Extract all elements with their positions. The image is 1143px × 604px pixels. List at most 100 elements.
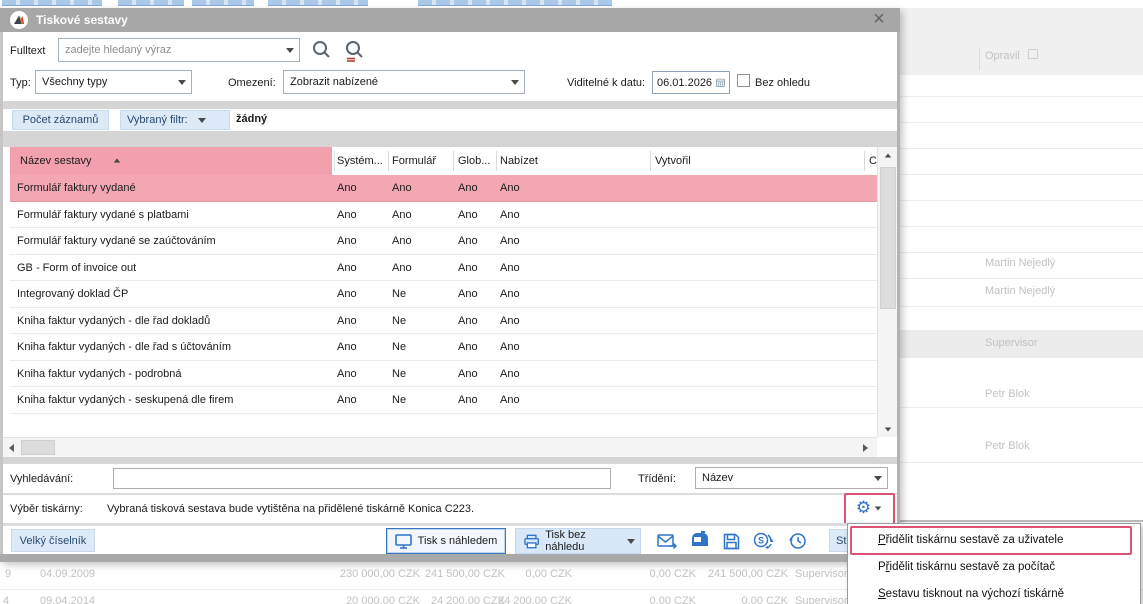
bez-ohledu-checkbox[interactable]: [737, 74, 750, 87]
chevron-down-icon[interactable]: [286, 48, 294, 53]
chevron-down-icon[interactable]: [627, 539, 635, 544]
column-header-formular[interactable]: Formulář: [392, 155, 436, 167]
date-value: 06.01.2026: [657, 77, 712, 89]
background-row-separator: [900, 174, 1143, 175]
fulltext-combobox[interactable]: zadejte hledaný výraz: [58, 38, 300, 62]
cell-system: Ano: [337, 182, 357, 194]
menu-item-assign-printer-user[interactable]: Přidělit tiskárnu sestavě za uživatele: [848, 526, 1140, 553]
column-header-partial[interactable]: C: [869, 155, 877, 167]
cell-glob: Ano: [458, 262, 478, 274]
application-window: Opravil Martin Nejedlý Martin Nejedlý Su…: [0, 0, 1143, 604]
cell-nabizet: Ano: [500, 209, 520, 221]
sort-select[interactable]: Název: [695, 467, 888, 489]
background-row-separator: [900, 96, 1143, 97]
top-link-fragment[interactable]: [118, 0, 184, 6]
column-header-label: Název sestavy: [20, 155, 92, 167]
header-separator: [650, 151, 651, 171]
svg-text:S: S: [758, 535, 764, 545]
send-email-button[interactable]: [655, 529, 679, 553]
scroll-down-button[interactable]: [878, 421, 898, 437]
big-list-label: Velký číselník: [20, 535, 87, 547]
cell-system: Ano: [337, 209, 357, 221]
cell-system: Ano: [337, 394, 357, 406]
history-button[interactable]: [785, 529, 809, 553]
selected-filter-dropdown[interactable]: Vybraný filtr:: [120, 110, 230, 130]
chevron-down-icon[interactable]: [178, 80, 186, 85]
table-row[interactable]: Formulář faktury vydané Ano Ano Ano Ano: [10, 175, 877, 202]
save-button[interactable]: [719, 529, 743, 553]
table-row[interactable]: Formulář faktury vydané se zaúčtováním A…: [10, 228, 877, 255]
cell-glob: Ano: [458, 341, 478, 353]
report-name: Kniha faktur vydaných - dle řad s účtová…: [17, 341, 231, 353]
arrow-left-icon: [9, 444, 14, 452]
cell-glob: Ano: [458, 394, 478, 406]
export-button[interactable]: S: [751, 528, 775, 552]
records-bar: Počet záznamů Vybraný filtr: žádný: [3, 109, 897, 131]
print-reports-dialog: Tiskové sestavy × Fulltext zadejte hleda…: [0, 8, 900, 562]
fulltext-search-icon[interactable]: [343, 39, 367, 63]
background-column-header: Opravil: [985, 49, 1038, 62]
top-link-fragment[interactable]: [418, 0, 612, 6]
table-row[interactable]: Kniha faktur vydaných - dle řad dokladů …: [10, 308, 877, 335]
background-row-separator: [900, 462, 1143, 463]
dialog-title: Tiskové sestavy: [36, 13, 128, 27]
dialog-border-bottom[interactable]: [0, 554, 900, 562]
table-row[interactable]: Formulář faktury vydané s platbami Ano A…: [10, 202, 877, 229]
printer-icon: [524, 534, 539, 549]
scrollbar-thumb[interactable]: [880, 167, 896, 309]
table-row[interactable]: Integrovaný doklad ČP Ano Ne Ano Ano: [10, 281, 877, 308]
cell-system: Ano: [337, 262, 357, 274]
column-header-glob[interactable]: Glob...: [458, 155, 490, 167]
filter-panel: Fulltext zadejte hledaný výraz Typ: Všec…: [3, 32, 897, 101]
column-header-nazev[interactable]: Název sestavy: [10, 147, 332, 175]
search-icon[interactable]: [311, 39, 333, 61]
scrollbar-thumb[interactable]: [21, 440, 55, 455]
menu-item-print-default-printer[interactable]: Sestavu tisknout na výchozí tiskárně: [848, 580, 1140, 604]
top-link-fragment[interactable]: [2, 0, 102, 6]
cell-glob: Ano: [458, 288, 478, 300]
fulltext-placeholder: zadejte hledaný výraz: [65, 44, 171, 56]
top-link-fragment[interactable]: [268, 0, 368, 6]
chevron-down-icon[interactable]: [511, 80, 519, 85]
print-no-preview-button[interactable]: Tisk bez náhledu: [515, 528, 641, 554]
cell-system: Ano: [337, 368, 357, 380]
cell-glob: Ano: [458, 315, 478, 327]
header-separator: [453, 151, 454, 171]
typ-select[interactable]: Všechny typy: [35, 70, 192, 94]
column-header-system[interactable]: Systém...: [337, 155, 383, 167]
search-input[interactable]: [113, 468, 611, 489]
scroll-up-button[interactable]: [878, 147, 898, 163]
close-button[interactable]: ×: [864, 8, 894, 32]
background-row-separator: [900, 200, 1143, 201]
vertical-scrollbar[interactable]: [877, 147, 898, 437]
table-row[interactable]: Kniha faktur vydaných - dle řad s účtová…: [10, 334, 877, 361]
date-field[interactable]: 06.01.2026: [652, 71, 730, 94]
big-list-button[interactable]: Velký číselník: [11, 529, 95, 552]
menu-item-assign-printer-computer[interactable]: Přidělit tiskárnu sestavě za počítač: [848, 553, 1140, 580]
typ-label: Typ:: [10, 77, 31, 89]
print-preview-label: Tisk s náhledem: [418, 535, 498, 547]
background-row-separator: [900, 278, 1143, 279]
background-cell-user: Supervisor: [985, 337, 1038, 349]
menu-text: estavu tisknout na výchozí tiskárně: [886, 588, 1064, 600]
omezeni-select[interactable]: Zobrazit nabízené: [283, 70, 525, 94]
menu-mnemonic: S: [878, 588, 886, 600]
column-header-vytvoril[interactable]: Vytvořil: [655, 155, 691, 167]
mailbox-button[interactable]: [687, 528, 711, 552]
horizontal-scrollbar[interactable]: [3, 437, 877, 457]
scroll-right-button[interactable]: [857, 438, 873, 457]
envelope-send-icon: [657, 533, 677, 549]
calendar-icon[interactable]: [716, 76, 725, 89]
chevron-down-icon[interactable]: [198, 118, 206, 123]
report-table: Název sestavy Systém... Formulář Glob...…: [3, 147, 897, 457]
chevron-down-icon[interactable]: [874, 476, 882, 481]
column-header-nabizet[interactable]: Nabízet: [500, 155, 538, 167]
cell-glob: Ano: [458, 209, 478, 221]
record-count-button[interactable]: Počet záznamů: [12, 110, 109, 130]
top-link-fragment[interactable]: [192, 0, 254, 6]
table-row[interactable]: GB - Form of invoice out Ano Ano Ano Ano: [10, 255, 877, 282]
print-preview-button[interactable]: Tisk s náhledem: [386, 528, 506, 554]
table-row[interactable]: Kniha faktur vydaných - seskupená dle fi…: [10, 387, 877, 414]
table-row[interactable]: Kniha faktur vydaných - podrobná Ano Ne …: [10, 361, 877, 388]
scroll-left-button[interactable]: [3, 438, 19, 457]
